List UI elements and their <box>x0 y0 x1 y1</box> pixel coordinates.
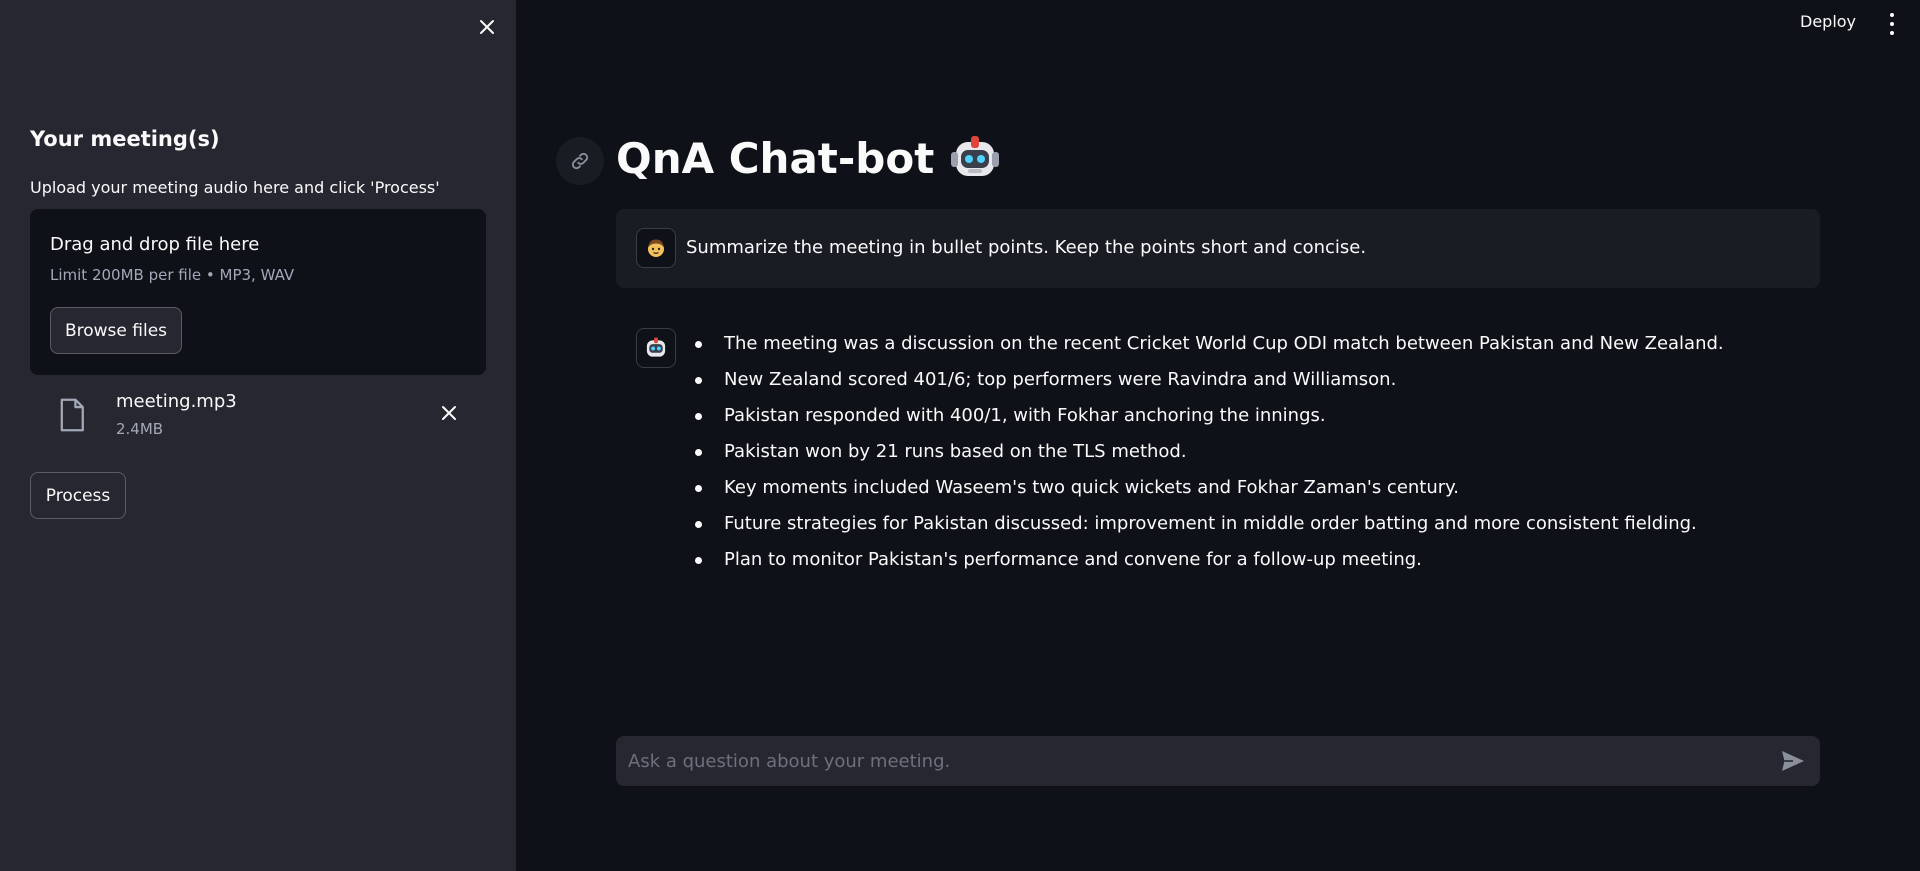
deploy-button[interactable]: Deploy <box>1800 12 1856 36</box>
list-item: Key moments included Waseem's two quick … <box>686 476 1724 512</box>
file-icon <box>60 398 84 432</box>
list-item: The meeting was a discussion on the rece… <box>686 332 1724 368</box>
link-icon <box>571 152 589 170</box>
robot-avatar-icon <box>636 328 676 368</box>
robot-icon <box>951 136 1000 176</box>
close-icon <box>442 406 456 420</box>
dropzone-title: Drag and drop file here <box>50 234 260 255</box>
list-item: Future strategies for Pakistan discussed… <box>686 512 1724 548</box>
summary-bullet-list: The meeting was a discussion on the rece… <box>686 332 1724 584</box>
kebab-menu-icon[interactable] <box>1886 13 1898 35</box>
send-icon <box>1782 751 1804 771</box>
chat-message-assistant: The meeting was a discussion on the rece… <box>616 308 1820 598</box>
page-title: QnA Chat-bot <box>616 133 1000 183</box>
list-item: New Zealand scored 401/6; top performers… <box>686 368 1724 404</box>
file-dropzone[interactable]: Drag and drop file here Limit 200MB per … <box>30 209 486 375</box>
list-item: Pakistan won by 21 runs based on the TLS… <box>686 440 1724 476</box>
page-title-text: QnA Chat-bot <box>616 133 935 183</box>
sidebar-title: Your meeting(s) <box>30 127 220 151</box>
process-button[interactable]: Process <box>30 472 126 519</box>
chat-message-user: Summarize the meeting in bullet points. … <box>616 209 1820 288</box>
uploaded-file: meeting.mp3 2.4MB <box>30 384 486 444</box>
upload-instructions: Upload your meeting audio here and click… <box>30 178 440 197</box>
sidebar: Your meeting(s) Upload your meeting audi… <box>0 0 516 871</box>
remove-file-button[interactable] <box>438 402 460 424</box>
send-button[interactable] <box>1780 749 1806 773</box>
user-avatar-icon <box>636 228 676 268</box>
list-item: Plan to monitor Pakistan's performance a… <box>686 548 1724 584</box>
file-size: 2.4MB <box>116 420 164 438</box>
chat-input-container <box>616 736 1820 786</box>
list-item: Pakistan responded with 400/1, with Fokh… <box>686 404 1724 440</box>
chat-input[interactable] <box>628 736 1748 786</box>
sidebar-close-button[interactable] <box>474 14 500 40</box>
anchor-link-button[interactable] <box>556 137 604 185</box>
user-message-text: Summarize the meeting in bullet points. … <box>686 237 1367 258</box>
dropzone-limit: Limit 200MB per file • MP3, WAV <box>50 266 295 284</box>
main-content: Deploy QnA Chat-bot Summarize the meetin… <box>516 0 1920 871</box>
close-icon <box>480 20 494 34</box>
file-name: meeting.mp3 <box>116 391 237 412</box>
browse-files-button[interactable]: Browse files <box>50 307 182 354</box>
